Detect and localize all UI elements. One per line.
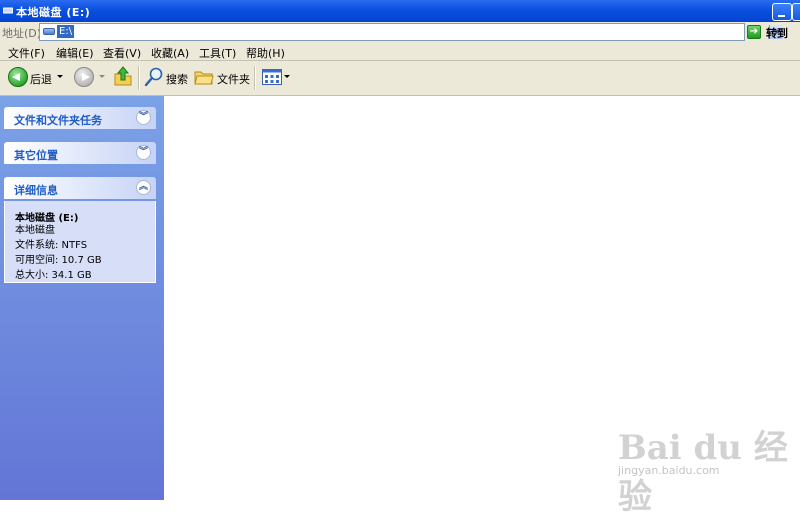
drive-icon — [43, 28, 55, 35]
menu-tools[interactable]: 工具(T) — [199, 45, 236, 61]
panel-title[interactable]: 详细信息 — [14, 182, 58, 198]
maximize-button[interactable] — [792, 3, 800, 21]
drive-icon — [3, 7, 13, 14]
go-button[interactable]: ➔ 转到 — [747, 24, 791, 40]
panel-title[interactable]: 其它位置 — [14, 147, 58, 163]
toolbar: 后退 搜索 文件夹 — [0, 61, 800, 96]
go-label: 转到 — [766, 27, 788, 40]
panel-other-places[interactable]: 其它位置 ︾ — [4, 142, 156, 164]
views-dropdown-icon[interactable] — [284, 75, 290, 78]
menu-favorites[interactable]: 收藏(A) — [151, 45, 189, 61]
menu-help[interactable]: 帮助(H) — [246, 45, 285, 61]
details-body: 本地磁盘 (E:) 本地磁盘 文件系统: NTFS 可用空间: 10.7 GB … — [4, 201, 156, 283]
menu-file[interactable]: 文件(F) — [8, 45, 45, 61]
file-system: 文件系统: NTFS — [15, 240, 88, 251]
address-input[interactable]: E:\ — [39, 23, 783, 41]
expand-chevron-icon[interactable]: ︾ — [136, 110, 151, 125]
folder-up-icon[interactable] — [113, 65, 133, 87]
forward-arrow-icon[interactable] — [74, 67, 94, 87]
title-bar: 本地磁盘 (E:) — [0, 0, 800, 22]
panel-file-folder-tasks[interactable]: 文件和文件夹任务 ︾ — [4, 107, 156, 129]
folders-button[interactable]: 文件夹 — [217, 71, 250, 87]
toolbar-separator — [254, 66, 256, 90]
watermark: Bai du 经验 jingyan.baidu.com — [612, 420, 792, 517]
back-button[interactable]: 后退 — [30, 71, 52, 87]
search-button[interactable]: 搜索 — [166, 71, 188, 87]
views-icon[interactable] — [262, 69, 282, 85]
total-size: 总大小: 34.1 GB — [15, 270, 92, 281]
menu-bar: 文件(F) 编辑(E) 查看(V) 收藏(A) 工具(T) 帮助(H) — [0, 42, 800, 61]
free-space: 可用空间: 10.7 GB — [15, 255, 102, 266]
menu-view[interactable]: 查看(V) — [103, 45, 141, 61]
back-arrow-icon[interactable] — [8, 67, 28, 87]
panel-details[interactable]: 详细信息 ︽ — [4, 177, 156, 199]
address-label: 地址(D) — [2, 27, 42, 40]
folders-icon[interactable] — [194, 67, 214, 87]
collapse-chevron-icon[interactable]: ︽ — [136, 180, 151, 195]
go-arrow-icon: ➔ — [747, 25, 761, 39]
minimize-button[interactable] — [772, 3, 792, 21]
forward-dropdown-icon[interactable] — [99, 75, 105, 78]
panel-title[interactable]: 文件和文件夹任务 — [14, 112, 102, 128]
expand-chevron-icon[interactable]: ︾ — [136, 145, 151, 160]
toolbar-separator — [138, 66, 140, 90]
task-pane: 文件和文件夹任务 ︾ 其它位置 ︾ 详细信息 ︽ — [0, 96, 164, 500]
window-title: 本地磁盘 (E:) — [16, 6, 91, 19]
menu-edit[interactable]: 编辑(E) — [56, 45, 94, 61]
address-bar: 地址(D) E:\ ➔ 转到 — [0, 22, 800, 43]
watermark-url: jingyan.baidu.com — [618, 464, 720, 477]
back-dropdown-icon[interactable] — [57, 75, 63, 78]
address-value[interactable]: E:\ — [57, 25, 75, 38]
drive-type: 本地磁盘 — [15, 225, 55, 236]
search-icon[interactable] — [144, 67, 164, 87]
